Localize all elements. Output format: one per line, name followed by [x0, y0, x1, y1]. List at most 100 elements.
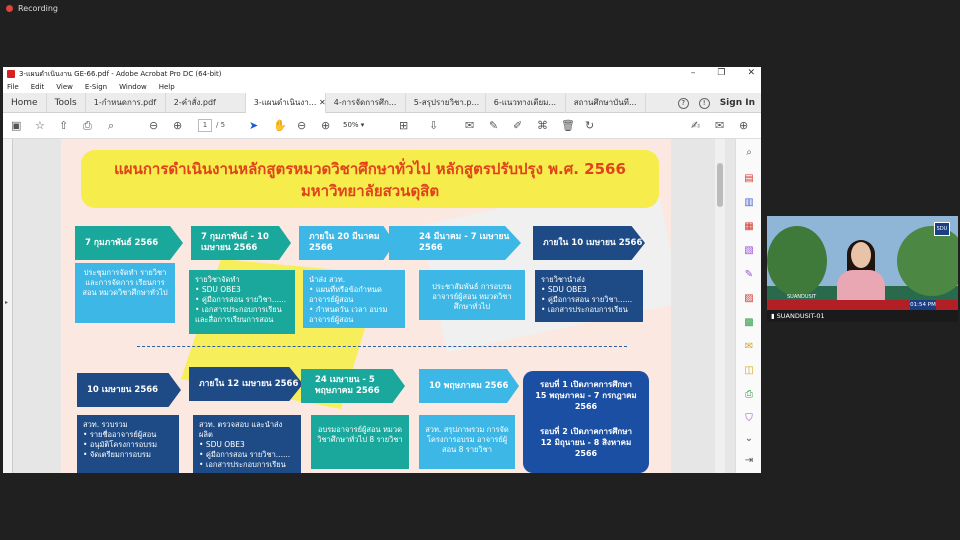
- connector-line: [137, 346, 627, 347]
- pdf-page: แผนการดำเนินงานหลักสูตรหมวดวิชาศึกษาทั่ว…: [61, 139, 671, 473]
- close-tab-icon[interactable]: ✕: [319, 98, 325, 107]
- acrobat-app-icon: [7, 70, 15, 78]
- vertical-scrollbar[interactable]: [715, 139, 725, 473]
- step-box-item: รายชื่ออาจารย์ผู้สอน: [83, 430, 173, 440]
- bookmark-star-icon[interactable]: ☆: [35, 119, 45, 132]
- hand-tool-icon[interactable]: ✋: [273, 119, 287, 132]
- comment-icon[interactable]: ✉: [465, 119, 474, 132]
- step-box-item: เอกสารประกอบการเรียน และสื่อการเรียนการส…: [195, 305, 289, 325]
- step-box-item: แผนที่หรือข้อกำหนด อาจารย์ผู้สอน: [309, 285, 399, 305]
- menu-help[interactable]: Help: [159, 83, 175, 91]
- protect-icon[interactable]: ⛉: [743, 413, 755, 425]
- select-cursor-icon[interactable]: ➤: [249, 119, 258, 132]
- organize-pages-icon[interactable]: ▦: [743, 221, 755, 233]
- video-clock: 01:54 PM: [910, 300, 936, 310]
- combine-files-icon[interactable]: ▥: [743, 197, 755, 209]
- scroll-mode-icon[interactable]: ⇩: [429, 119, 438, 132]
- recording-label: Recording: [18, 4, 59, 13]
- delete-icon[interactable]: 🗑: [561, 119, 575, 132]
- tab-home[interactable]: Home: [3, 92, 47, 113]
- step-box: สวท. รวบรวม รายชื่ออาจารย์ผู้สอน อนุมัติ…: [77, 415, 179, 473]
- scrollbar-thumb[interactable]: [717, 163, 723, 207]
- presenter: [837, 240, 885, 304]
- collapse-panel-icon[interactable]: ⇥: [743, 455, 755, 467]
- title-bar: 3-แผนดำเนินงาน GE-66.pdf - Adobe Acrobat…: [3, 67, 761, 81]
- draw-icon[interactable]: ✐: [513, 119, 522, 132]
- zoom-select[interactable]: 50% ▾: [343, 119, 383, 132]
- tab-doc-1[interactable]: 1-กำหนดการ.pdf: [86, 92, 166, 113]
- print-icon[interactable]: ⎙: [83, 119, 92, 132]
- step-box-item: SDU OBE3: [541, 285, 637, 295]
- menu-edit[interactable]: Edit: [31, 83, 45, 91]
- fill-sign-panel-icon[interactable]: ✎: [743, 269, 755, 281]
- fill-sign-icon[interactable]: ✍: [691, 119, 700, 132]
- round-line: รอบที่ 2 เปิดภาคการศึกษา: [539, 427, 633, 436]
- step-box: สวท. ตรวจสอบ และนำส่งผลิต SDU OBE3 คู่มื…: [193, 415, 301, 473]
- page-number-input[interactable]: 1: [198, 119, 212, 132]
- zoom-out-icon[interactable]: ⊖: [297, 119, 306, 132]
- tab-doc-3-label: 3-แผนดำเนินงา...: [253, 98, 317, 107]
- menu-view[interactable]: View: [56, 83, 73, 91]
- highlight-pen-icon[interactable]: ✎: [489, 119, 498, 132]
- video-tile[interactable]: SDU SUANDUSIT 01:54 PM ▮ SUANDUSIT-01: [767, 216, 958, 322]
- step-arrow: 7 กุมภาพันธ์ 2566: [75, 226, 183, 260]
- step-box-item: เอกสารประกอบการเรียน: [199, 460, 295, 470]
- fit-page-icon[interactable]: ⊞: [399, 119, 408, 132]
- sign-in-button[interactable]: Sign In: [720, 98, 755, 108]
- rotate-icon[interactable]: ↻: [585, 119, 594, 132]
- tab-doc-5[interactable]: 5-สรุปรายวิชา.p...: [406, 92, 486, 113]
- tab-doc-3[interactable]: 3-แผนดำเนินงา... ✕: [245, 92, 326, 113]
- step-box-item: จัดเตรียมการอบรม: [83, 450, 173, 460]
- next-page-icon[interactable]: ⊕: [173, 119, 182, 132]
- comment-panel-icon[interactable]: ✉: [743, 341, 755, 353]
- slide-title-box: แผนการดำเนินงานหลักสูตรหมวดวิชาศึกษาทั่ว…: [81, 150, 659, 208]
- more-tools-chevron-icon[interactable]: ⌄: [743, 433, 755, 445]
- tab-doc-4[interactable]: 4-การจัดการศึก...: [326, 92, 406, 113]
- prev-page-icon[interactable]: ⊖: [149, 119, 158, 132]
- acrobat-window: 3-แผนดำเนินงาน GE-66.pdf - Adobe Acrobat…: [3, 67, 761, 473]
- menu-window[interactable]: Window: [119, 83, 147, 91]
- left-panel-toggle[interactable]: ▸: [3, 139, 13, 473]
- notifications-icon[interactable]: !: [698, 97, 710, 109]
- step-box: อบรมอาจารย์ผู้สอน หมวดวิชาศึกษาทั่วไป 8 …: [311, 415, 409, 469]
- share-user-icon[interactable]: ⊕: [739, 119, 748, 132]
- university-logo-icon: SDU: [934, 222, 950, 236]
- tab-doc-2[interactable]: 2-คำสั่ง.pdf: [166, 92, 246, 113]
- stamp-icon[interactable]: ⌘: [537, 119, 548, 132]
- step-arrow: 10 เมษายน 2566: [77, 373, 181, 407]
- menu-file[interactable]: File: [7, 83, 19, 91]
- export-pdf-icon[interactable]: ▨: [743, 293, 755, 305]
- upload-icon[interactable]: ⇧: [59, 119, 68, 132]
- step-box-item: SDU OBE3: [195, 285, 289, 295]
- slide-title-line1: แผนการดำเนินงานหลักสูตรหมวดวิชาศึกษาทั่ว…: [114, 160, 626, 178]
- tab-doc-7[interactable]: สถานศึกษาบันที...: [566, 92, 646, 113]
- help-icon[interactable]: ?: [677, 97, 689, 109]
- create-pdf-icon[interactable]: ▤: [743, 173, 755, 185]
- tab-doc-6[interactable]: 6-แนวทางเตียม...: [486, 92, 566, 113]
- step-arrow: 24 มีนาคม - 7 เมษายน 2566: [389, 226, 521, 260]
- compress-icon[interactable]: ▩: [743, 317, 755, 329]
- tab-tools[interactable]: Tools: [47, 92, 86, 113]
- restore-icon[interactable]: ❐: [717, 68, 725, 78]
- minimize-icon[interactable]: –: [691, 68, 696, 78]
- email-icon[interactable]: ✉: [715, 119, 724, 132]
- semester-rounds-box: รอบที่ 1 เปิดภาคการศึกษา 15 พฤษภาคม - 7 …: [523, 371, 649, 473]
- step-box-item: คู่มือการสอน รายวิชา......: [541, 295, 637, 305]
- close-window-icon[interactable]: ✕: [747, 68, 755, 78]
- menu-esign[interactable]: E-Sign: [85, 83, 107, 91]
- step-box-lead: สวท. ตรวจสอบ และนำส่งผลิต: [199, 420, 283, 439]
- tree-shape: [767, 226, 827, 296]
- step-arrow: 7 กุมภาพันธ์ - 10 เมษายน 2566: [191, 226, 291, 260]
- step-box-lead: รายวิชาจัดทำ: [195, 275, 240, 284]
- print-production-icon[interactable]: ⎙: [743, 389, 755, 401]
- participant-name: ▮ SUANDUSIT-01: [767, 310, 958, 322]
- step-arrow: ภายใน 10 เมษายน 2566: [533, 226, 645, 260]
- zoom-search-icon[interactable]: ⌕: [743, 147, 755, 159]
- step-box-item: คู่มือการสอน รายวิชา......: [195, 295, 289, 305]
- stamp-panel-icon[interactable]: ◫: [743, 365, 755, 377]
- search-icon[interactable]: ⌕: [108, 119, 114, 132]
- zoom-in-icon[interactable]: ⊕: [321, 119, 330, 132]
- round-line: 15 พฤษภาคม - 7 กรกฎาคม: [535, 391, 637, 400]
- edit-pdf-icon[interactable]: ▧: [743, 245, 755, 257]
- save-icon[interactable]: ▣: [11, 119, 21, 132]
